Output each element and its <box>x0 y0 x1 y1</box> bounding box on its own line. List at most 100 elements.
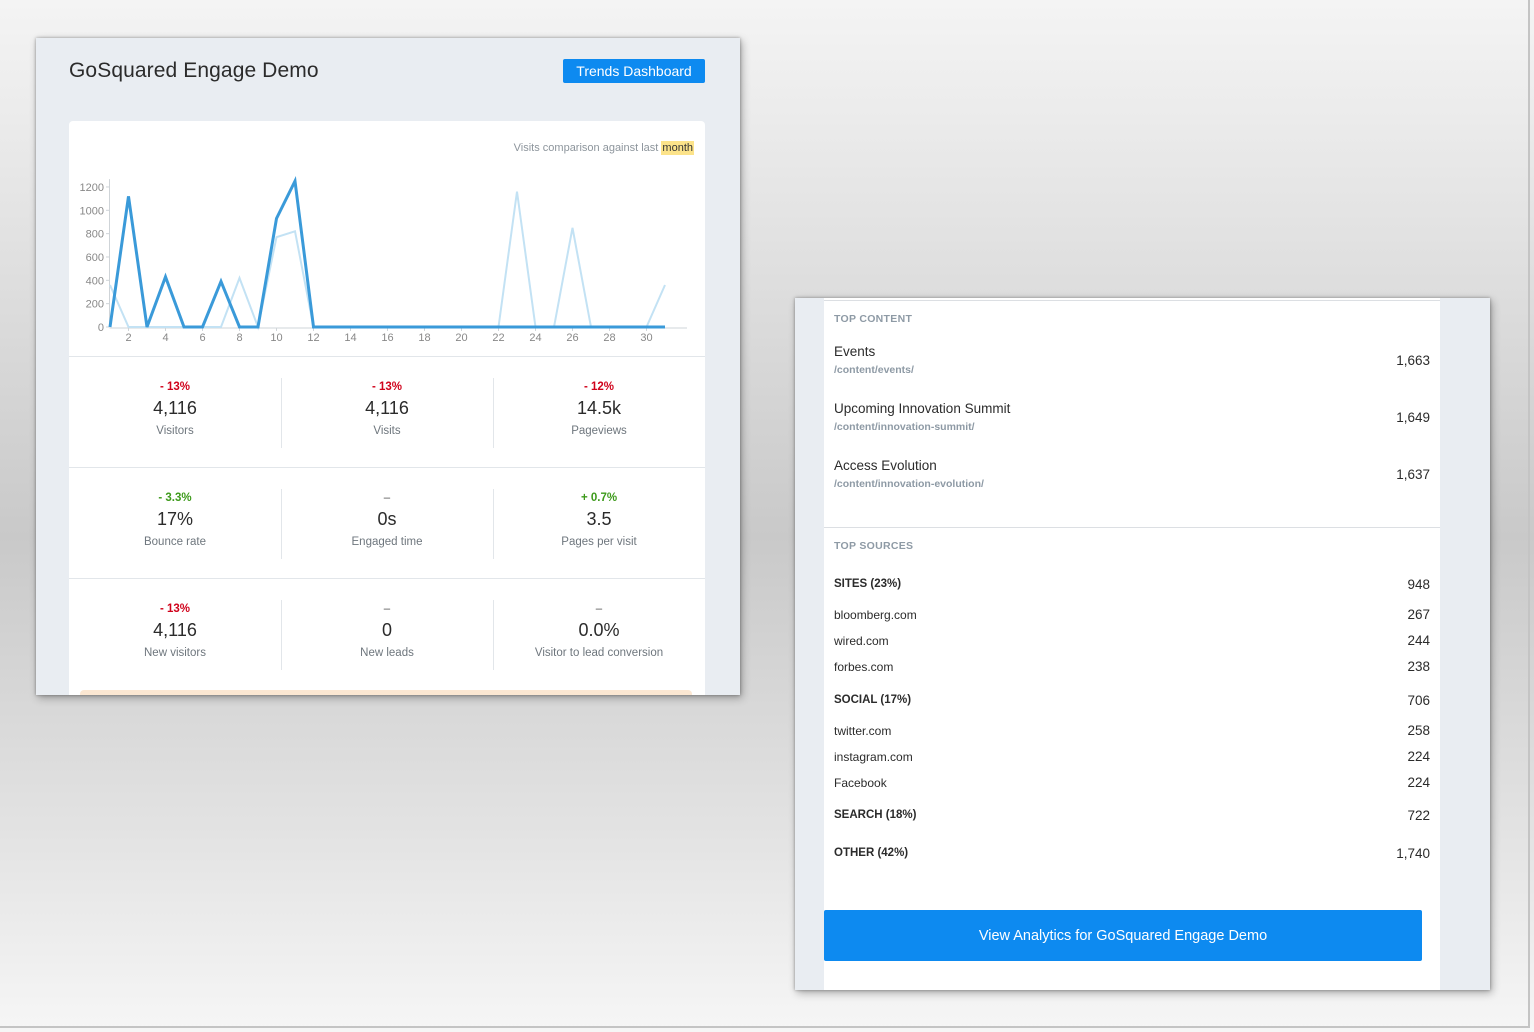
visits-line-chart: 0200400600800100012002 4 6 8 10 12 14 16 18 20 22 2… <box>80 176 687 344</box>
content-path: /content/innovation-summit/ <box>834 421 975 433</box>
source-label: Facebook <box>834 776 887 790</box>
source-count: 1,740 <box>1396 846 1430 861</box>
source-count: 948 <box>1407 577 1430 592</box>
source-label: twitter.com <box>834 724 892 738</box>
content-visits-count: 1,663 <box>1396 353 1430 368</box>
metric-tile: - 13% 4,116 New visitors <box>69 579 281 689</box>
source-row[interactable]: forbes.com 238 <box>834 659 1430 674</box>
source-count: 224 <box>1407 775 1430 790</box>
source-group-row[interactable]: OTHER (42%) 1,740 <box>834 846 1430 861</box>
trends-dashboard-button[interactable]: Trends Dashboard <box>563 59 705 83</box>
source-row[interactable]: instagram.com 224 <box>834 749 1430 764</box>
metric-change: + 0.7% <box>580 492 618 504</box>
y-tick-label: 800 <box>86 229 104 241</box>
metric-value: 4,116 <box>365 398 409 418</box>
content-item[interactable]: Upcoming Innovation Summit/content/innov… <box>834 401 1430 433</box>
source-row[interactable]: wired.com 244 <box>834 633 1430 648</box>
metric-label: New leads <box>360 647 414 659</box>
metric-change: - 13% <box>159 603 191 615</box>
content-title: Events <box>834 344 876 359</box>
x-tick-label: 20 <box>455 332 467 344</box>
top-content-heading: TOP CONTENT <box>834 313 913 325</box>
source-count: 224 <box>1407 749 1430 764</box>
x-tick-label: 16 <box>381 332 393 344</box>
comparison-period-highlight[interactable]: month <box>661 141 694 155</box>
top-sources-heading: TOP SOURCES <box>834 540 914 552</box>
engage-content-panel: TOP CONTENT Events/content/events/1,663 U… <box>795 298 1490 990</box>
metric-tile: – 0 New leads <box>281 579 493 689</box>
source-label: SITES (23%) <box>834 578 902 590</box>
content-title: Access Evolution <box>834 458 937 473</box>
metric-change: - 12% <box>583 381 615 393</box>
chart-caption: Visits comparison against last month <box>514 141 694 155</box>
content-sources-card: TOP CONTENT Events/content/events/1,663 U… <box>824 298 1440 990</box>
source-count: 258 <box>1407 723 1430 738</box>
source-label: SOCIAL (17%) <box>834 694 912 706</box>
metric-label: Bounce rate <box>143 536 206 548</box>
content-path: /content/innovation-evolution/ <box>834 478 984 490</box>
content-title: Upcoming Innovation Summit <box>834 401 1011 416</box>
stats-card: Visits comparison against last month 0 20… <box>69 121 705 695</box>
x-tick-label: 26 <box>566 332 578 344</box>
page-title: GoSquared Engage Demo <box>69 59 319 82</box>
y-tick-label: 0 <box>98 322 104 334</box>
metric-label: Engaged time <box>351 536 423 548</box>
x-tick-label: 12 <box>307 332 319 344</box>
y-tick-label: 400 <box>86 275 104 287</box>
metric-value: 4,116 <box>153 620 197 640</box>
source-group-row[interactable]: SITES (23%) 948 <box>834 577 1430 592</box>
source-label: SEARCH (18%) <box>834 809 917 821</box>
source-label: OTHER (42%) <box>834 847 909 859</box>
content-item[interactable]: Events/content/events/1,663 <box>834 344 1430 376</box>
metric-change: – <box>383 603 391 615</box>
source-count: 706 <box>1407 693 1430 708</box>
metric-tile: - 12% 14.5k Pageviews <box>493 357 705 467</box>
source-label: forbes.com <box>834 660 894 674</box>
y-tick-label: 200 <box>86 299 104 311</box>
metric-tile: – 0s Engaged time <box>281 468 493 578</box>
x-tick-label: 14 <box>344 332 356 344</box>
notice-bar <box>80 690 692 695</box>
content-path: /content/events/ <box>834 364 914 376</box>
metric-label: Visitors <box>156 425 194 437</box>
source-label: instagram.com <box>834 750 913 764</box>
source-row[interactable]: Facebook 224 <box>834 775 1430 790</box>
source-count: 267 <box>1407 607 1430 622</box>
metric-value: 3.5 <box>586 509 612 529</box>
x-tick-label: 24 <box>529 332 541 344</box>
metric-tile: - 3.3% 17% Bounce rate <box>69 468 281 578</box>
y-tick-label: 1200 <box>80 182 104 194</box>
x-tick-label: 6 <box>199 332 205 344</box>
x-tick-label: 18 <box>418 332 430 344</box>
metric-label: Pages per visit <box>561 536 637 548</box>
metric-value: 14.5k <box>576 398 622 418</box>
current-period-line <box>108 176 665 329</box>
engage-summary-panel: GoSquared Engage Demo Trends Dashboard V… <box>36 38 740 695</box>
y-tick-label: 1000 <box>80 205 104 217</box>
metric-label: Visitor to lead conversion <box>534 647 664 659</box>
x-tick-label: 30 <box>640 332 652 344</box>
metric-change: – <box>595 603 603 615</box>
x-tick-label: 10 <box>270 332 282 344</box>
metric-change: - 3.3% <box>158 492 192 504</box>
source-group-row[interactable]: SOCIAL (17%) 706 <box>834 693 1430 708</box>
source-count: 238 <box>1407 659 1430 674</box>
metrics-row: - 13% 4,116 New visitors – 0 New leads – 0.0% Vi… <box>69 578 705 689</box>
content-item[interactable]: Access Evolution/content/innovation-evol… <box>834 458 1430 490</box>
view-analytics-button[interactable]: View Analytics for GoSquared Engage Demo <box>824 910 1422 961</box>
source-group-row[interactable]: SEARCH (18%) 722 <box>834 808 1430 823</box>
section-divider <box>824 527 1440 528</box>
metrics-row: - 3.3% 17% Bounce rate – 0s Engaged time + 0.7… <box>69 467 705 578</box>
x-tick-label: 8 <box>236 332 242 344</box>
source-row[interactable]: bloomberg.com 267 <box>834 607 1430 622</box>
previous-period-line <box>109 191 666 331</box>
source-row[interactable]: twitter.com 258 <box>834 723 1430 738</box>
x-tick-label: 22 <box>492 332 504 344</box>
metric-value: 0.0% <box>578 620 620 640</box>
metric-tile: - 13% 4,116 Visitors <box>69 357 281 467</box>
metric-label: Visits <box>373 425 401 437</box>
metric-label: New visitors <box>144 647 206 659</box>
source-count: 244 <box>1407 633 1430 648</box>
metric-value: 17% <box>156 509 194 529</box>
x-tick-label: 4 <box>162 332 168 344</box>
